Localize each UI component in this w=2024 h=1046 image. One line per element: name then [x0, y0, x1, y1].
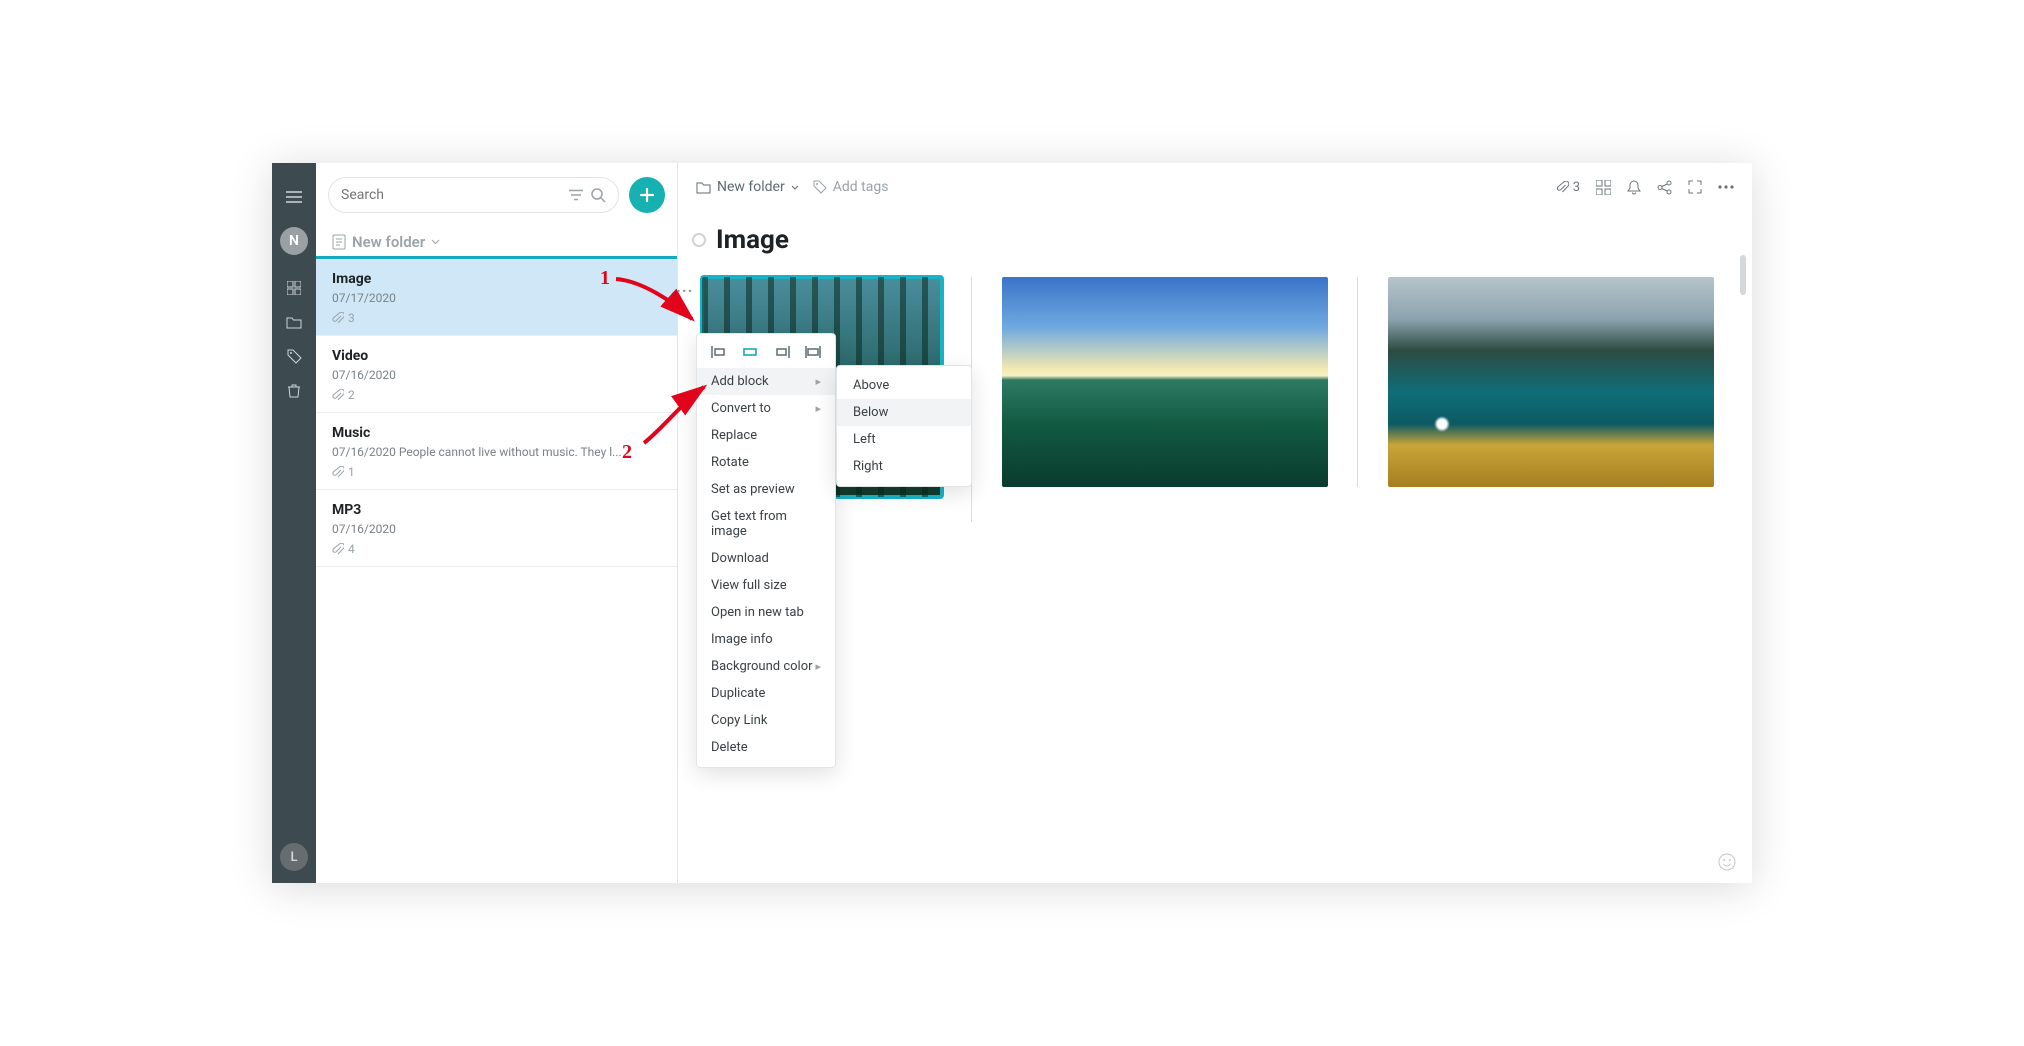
menu-copy-link[interactable]: Copy Link [697, 707, 835, 734]
add-tags-label: Add tags [833, 179, 889, 195]
add-block-submenu: Above Below Left Right [836, 365, 972, 487]
breadcrumb[interactable]: New folder [696, 179, 799, 195]
hamburger-icon[interactable] [272, 177, 316, 217]
share-icon[interactable] [1657, 180, 1672, 195]
menu-download[interactable]: Download [697, 545, 835, 572]
image-thumb-3[interactable] [1388, 277, 1714, 487]
image-slot-2 [1002, 277, 1328, 487]
note-item-video[interactable]: Video 07/16/2020 2 [316, 336, 677, 413]
add-tags[interactable]: Add tags [813, 179, 889, 195]
menu-get-text[interactable]: Get text from image [697, 503, 835, 545]
menu-bg-color[interactable]: Background color▸ [697, 653, 835, 680]
note-meta: 07/16/2020 People cannot live without mu… [332, 445, 661, 459]
menu-duplicate[interactable]: Duplicate [697, 680, 835, 707]
note-item-mp3[interactable]: MP3 07/16/2020 4 [316, 490, 677, 567]
align-center-icon[interactable] [740, 344, 760, 360]
tag-icon[interactable] [272, 339, 316, 373]
workspace-avatar[interactable]: N [280, 227, 308, 255]
alignment-row [697, 340, 835, 368]
bell-icon[interactable] [1627, 180, 1641, 195]
note-meta: 07/16/2020 [332, 522, 661, 536]
emoji-picker-icon[interactable] [1718, 853, 1736, 871]
search-input-wrapper[interactable] [328, 177, 619, 213]
trash-icon[interactable] [272, 373, 316, 407]
user-avatar[interactable]: L [280, 843, 308, 871]
note-attachments: 2 [332, 388, 661, 402]
topbar: New folder Add tags 3 [678, 163, 1752, 211]
submenu-right[interactable]: Right [837, 453, 971, 480]
add-note-button[interactable] [629, 177, 665, 213]
note-title: MP3 [332, 502, 661, 518]
main-pane: New folder Add tags 3 [678, 163, 1752, 883]
image-slot-3 [1388, 277, 1714, 487]
submenu-above[interactable]: Above [837, 372, 971, 399]
page-title-row: Image [686, 219, 1734, 261]
attachment-count[interactable]: 3 [1556, 180, 1580, 195]
scrollbar[interactable] [1740, 255, 1746, 295]
image-thumb-2[interactable] [1002, 277, 1328, 487]
chevron-right-icon: ▸ [815, 660, 821, 673]
grid-view-icon[interactable] [1596, 180, 1611, 195]
page-title[interactable]: Image [716, 225, 789, 255]
chevron-right-icon: ▸ [815, 402, 821, 415]
align-full-icon[interactable] [803, 344, 823, 360]
editor-body: Image ··· ption [678, 211, 1734, 883]
search-icon[interactable] [591, 188, 606, 203]
filter-icon[interactable] [569, 189, 583, 201]
menu-image-info[interactable]: Image info [697, 626, 835, 653]
expand-icon[interactable] [1688, 180, 1702, 194]
menu-set-preview[interactable]: Set as preview [697, 476, 835, 503]
note-attachments: 4 [332, 542, 661, 556]
menu-view-full[interactable]: View full size [697, 572, 835, 599]
left-rail: N L [272, 163, 316, 883]
submenu-below[interactable]: Below [837, 399, 971, 426]
folder-header-label: New folder [352, 233, 425, 251]
gallery-divider [1357, 277, 1358, 487]
dashboard-icon[interactable] [272, 271, 316, 305]
align-left-icon[interactable] [709, 344, 729, 360]
chevron-right-icon: ▸ [815, 375, 821, 388]
menu-open-tab[interactable]: Open in new tab [697, 599, 835, 626]
more-icon[interactable] [1718, 185, 1734, 189]
note-title: Video [332, 348, 661, 364]
app-frame: N L [272, 163, 1752, 883]
search-input[interactable] [341, 187, 569, 203]
align-right-icon[interactable] [772, 344, 792, 360]
breadcrumb-folder: New folder [717, 179, 785, 195]
folder-header[interactable]: New folder [316, 223, 677, 259]
folder-icon[interactable] [272, 305, 316, 339]
annotation-number-2: 2 [622, 441, 632, 464]
note-title: Music [332, 425, 661, 441]
task-checkbox[interactable] [692, 233, 706, 247]
note-attachments: 1 [332, 465, 661, 479]
menu-rotate[interactable]: Rotate [697, 449, 835, 476]
annotation-arrow-1 [612, 271, 702, 331]
annotation-number-1: 1 [600, 267, 610, 290]
note-meta: 07/16/2020 [332, 368, 661, 382]
annotation-arrow-2 [638, 381, 718, 451]
menu-delete[interactable]: Delete [697, 734, 835, 761]
submenu-left[interactable]: Left [837, 426, 971, 453]
